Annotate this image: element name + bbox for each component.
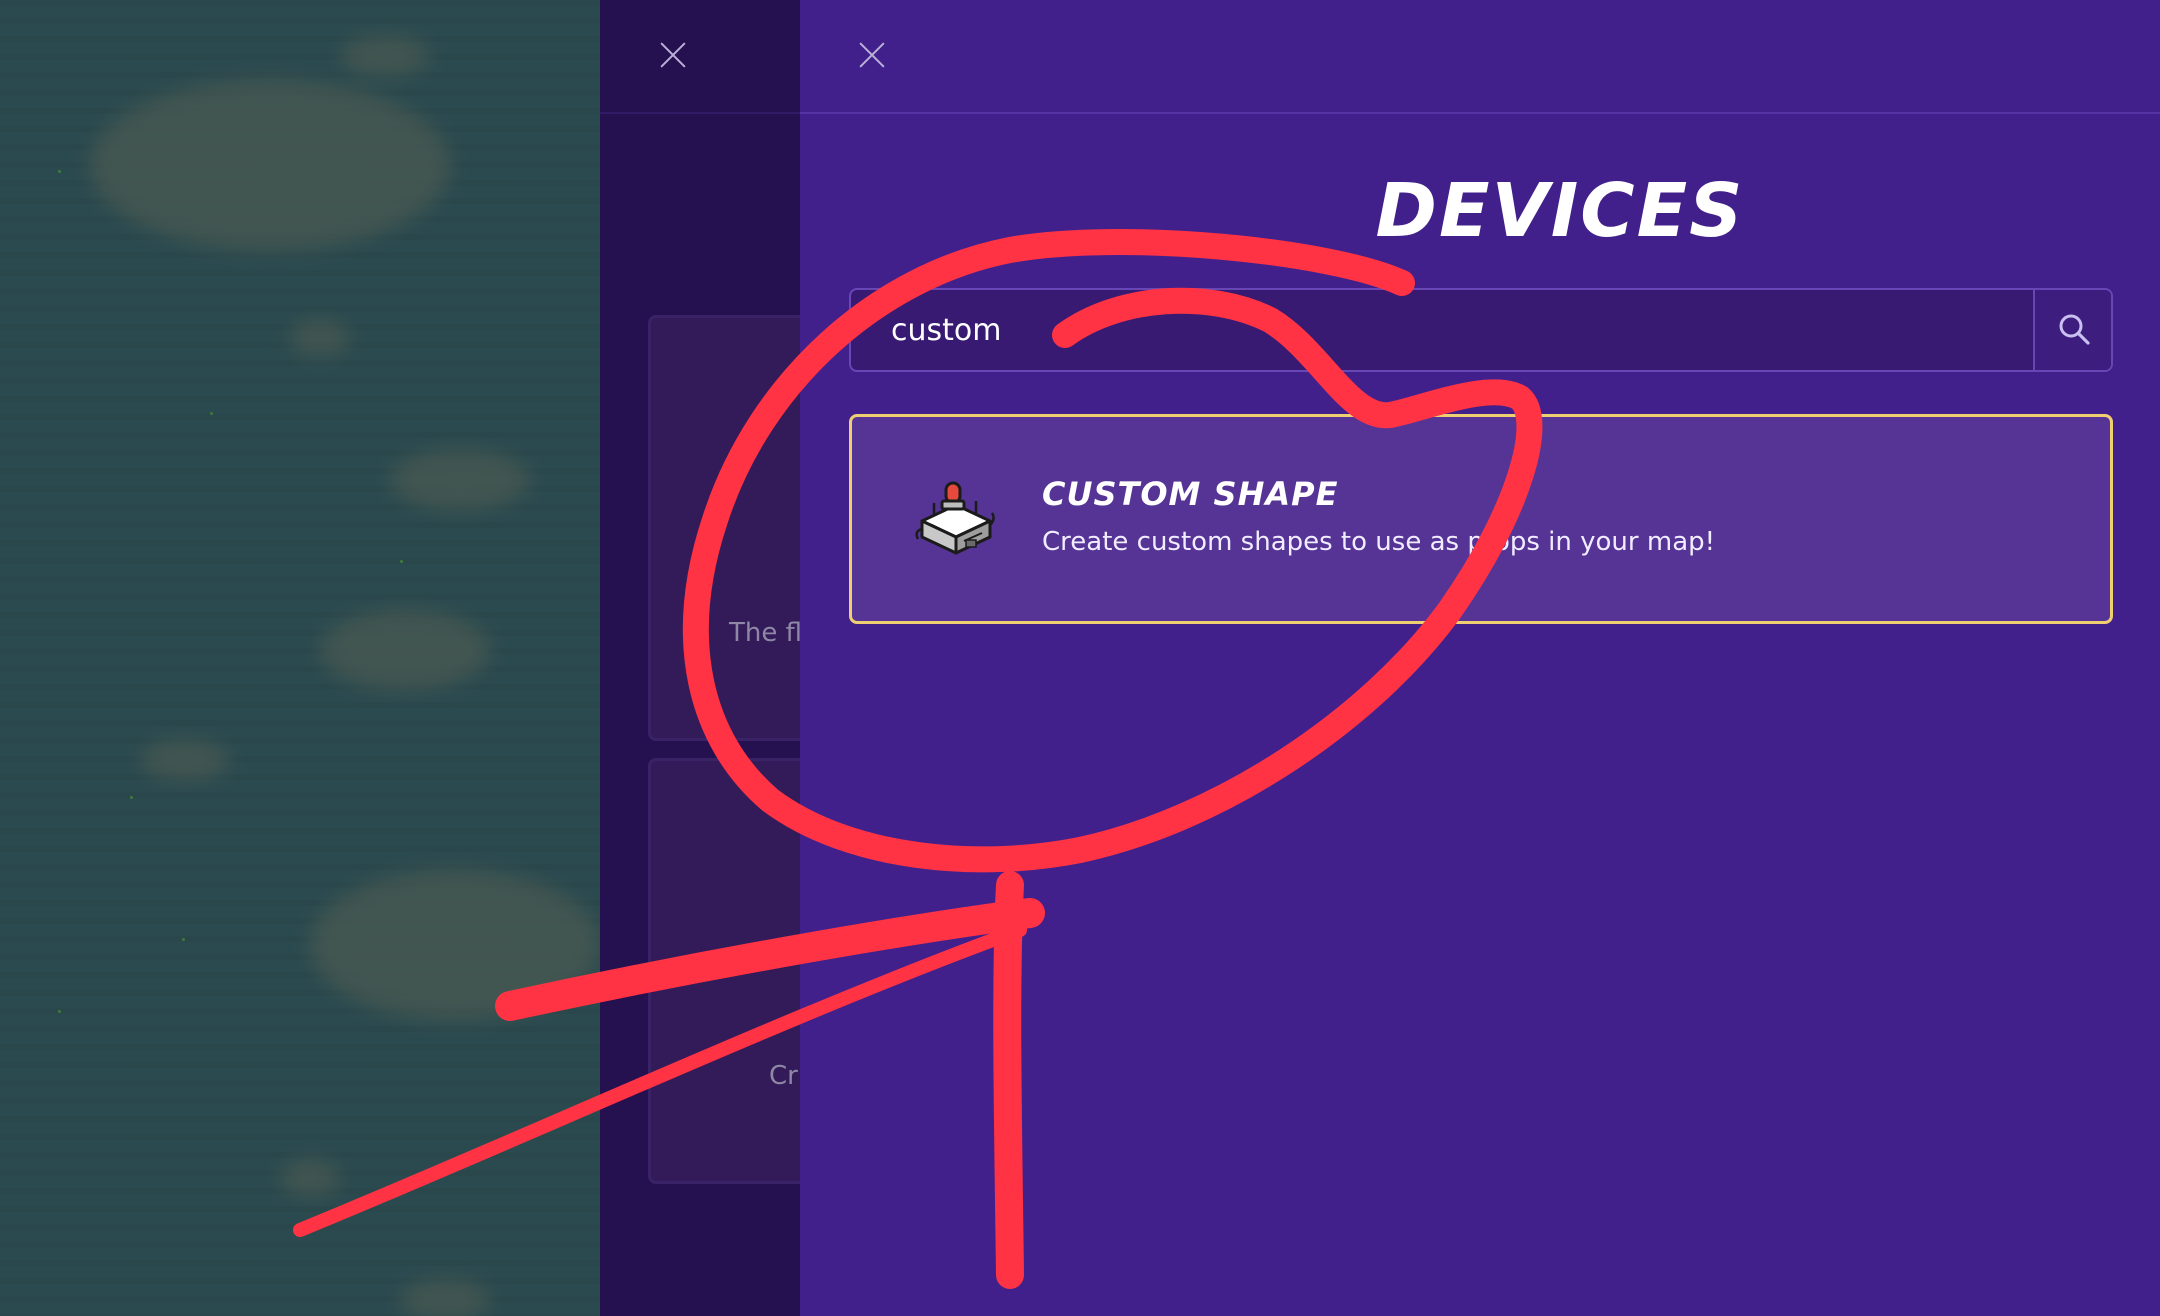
underlying-card-text: The fl	[729, 618, 800, 648]
underlying-drawer-header	[600, 0, 800, 114]
map-speck	[130, 796, 133, 799]
cloud	[310, 870, 600, 1020]
page-title: DEVICES	[1375, 168, 1745, 254]
cloud	[280, 1160, 340, 1196]
cloud	[320, 610, 490, 690]
device-name: CUSTOM SHAPE	[1042, 475, 1339, 513]
cloud	[140, 740, 230, 780]
underlying-device-card: The fl	[648, 315, 800, 741]
map-speck	[58, 1010, 61, 1013]
underlying-device-card: Cr	[648, 758, 800, 1184]
cloud	[340, 36, 430, 76]
map-speck	[210, 412, 213, 415]
devices-drawer: DEVICES CUSTOM S	[800, 0, 2160, 1316]
search-icon	[2059, 314, 2090, 345]
cloud	[400, 1280, 490, 1316]
search-input[interactable]	[851, 290, 2031, 370]
map-speck	[182, 938, 185, 941]
map-speck	[58, 170, 61, 173]
drawer-header	[800, 0, 2160, 114]
close-icon[interactable]	[857, 40, 887, 70]
custom-shape-device-icon	[915, 481, 995, 555]
device-description: Create custom shapes to use as props in …	[1042, 527, 1716, 557]
cloud	[290, 320, 350, 356]
search-bar	[849, 288, 2113, 372]
map-speck	[400, 560, 403, 563]
cloud	[90, 80, 450, 250]
underlying-drawer: The fl Cr	[600, 0, 800, 1316]
cloud	[390, 450, 530, 510]
game-map-background	[0, 0, 600, 1316]
device-result-card[interactable]: CUSTOM SHAPE Create custom shapes to use…	[849, 414, 2113, 624]
search-button[interactable]	[2033, 290, 2111, 370]
underlying-card-text: Cr	[769, 1061, 798, 1091]
close-icon[interactable]	[658, 40, 688, 70]
